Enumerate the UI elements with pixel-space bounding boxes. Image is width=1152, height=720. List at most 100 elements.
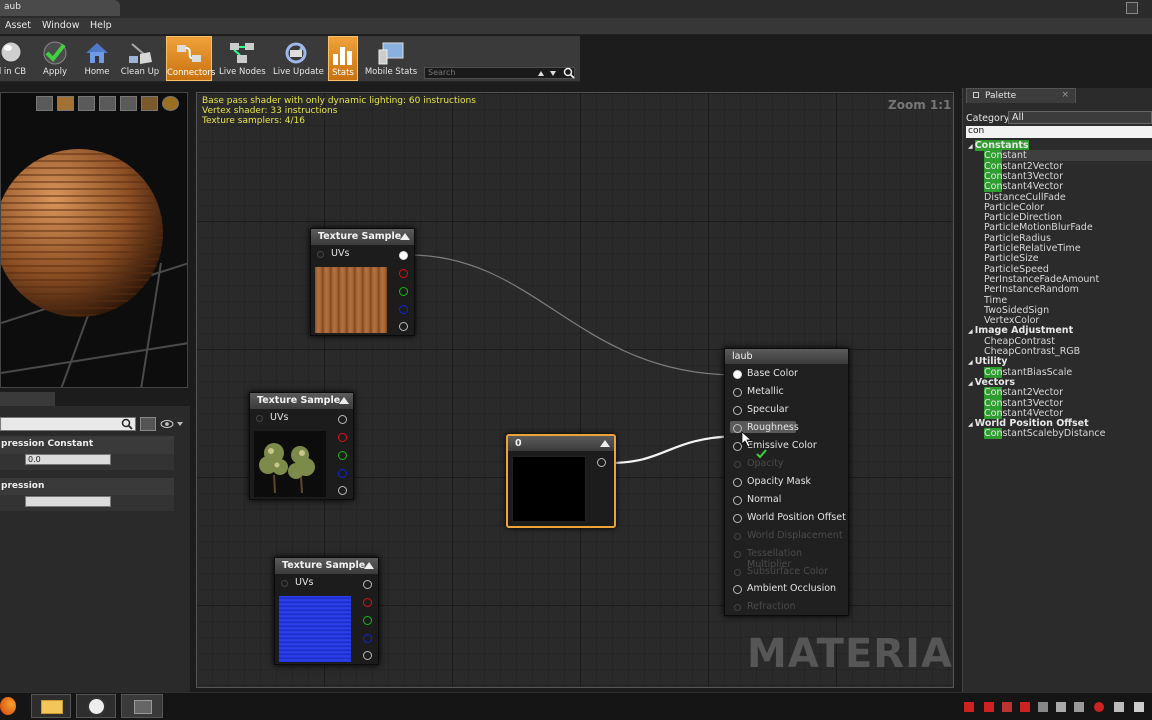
alpha-output-pin[interactable] <box>338 486 347 495</box>
firefox-icon[interactable] <box>0 697 16 715</box>
alpha-output-pin[interactable] <box>399 322 408 331</box>
details-search-icon[interactable] <box>121 418 133 430</box>
menu-asset[interactable]: Asset <box>5 20 31 31</box>
red-output-pin[interactable] <box>338 433 347 442</box>
uvs-input-pin[interactable] <box>317 251 324 258</box>
details-grid-view-icon[interactable] <box>140 417 156 431</box>
rgb-output-pin[interactable] <box>363 580 372 589</box>
search-options-icon[interactable] <box>536 69 560 78</box>
find-in-cb-button[interactable]: d in CB <box>0 36 32 81</box>
collapse-arrow-icon[interactable] <box>364 562 374 569</box>
expand-arrow-icon[interactable]: ◢ <box>968 143 975 150</box>
constant-node[interactable]: 0 <box>506 434 616 528</box>
eye-icon[interactable] <box>160 419 184 429</box>
value-field[interactable]: 0.0 <box>25 454 111 465</box>
stats-button[interactable]: Stats <box>328 36 358 81</box>
metallic-pin[interactable] <box>733 388 742 397</box>
details-section-expression-constant[interactable]: pression Constant <box>0 436 174 454</box>
tray-icon[interactable] <box>1038 702 1048 712</box>
desc-field[interactable] <box>25 496 111 507</box>
viewport-realtime-button[interactable] <box>162 96 179 111</box>
details-section-expression[interactable]: pression <box>0 478 174 496</box>
viewport-cube-button[interactable] <box>99 96 116 111</box>
uvs-input-pin[interactable] <box>281 580 288 587</box>
search-icon[interactable] <box>563 67 575 79</box>
tray-icon[interactable] <box>1020 702 1030 712</box>
expand-arrow-icon[interactable]: ◢ <box>968 328 975 335</box>
expand-arrow-icon[interactable]: ◢ <box>968 380 975 387</box>
collapse-arrow-icon[interactable] <box>339 397 349 404</box>
palette-item[interactable]: ParticleMotionBlurFade <box>984 222 1093 233</box>
palette-filter-input[interactable]: con <box>966 126 1152 138</box>
texture-sample-node[interactable]: Texture Sample UVs <box>310 228 415 336</box>
green-output-pin[interactable] <box>363 616 372 625</box>
editor-tab[interactable]: aub <box>0 0 120 16</box>
unreal-taskbar-button[interactable] <box>76 694 116 718</box>
tray-icon[interactable] <box>1094 702 1104 712</box>
palette-item[interactable]: ConstantScalebyDistance <box>984 428 1105 439</box>
collapse-arrow-icon[interactable] <box>400 233 410 240</box>
rgb-output-pin[interactable] <box>399 251 408 260</box>
tray-icon[interactable] <box>984 702 994 712</box>
base-color-pin[interactable] <box>733 370 742 379</box>
close-icon[interactable]: × <box>1061 90 1069 100</box>
palette-tab[interactable]: Palette × <box>966 88 1076 103</box>
palette-item[interactable]: PerInstanceRandom <box>984 284 1079 295</box>
palette-group-header[interactable]: ◢ Utility <box>968 356 1007 367</box>
blue-output-pin[interactable] <box>399 305 408 314</box>
palette-group-header[interactable]: ◢ Image Adjustment <box>968 325 1073 336</box>
palette-item[interactable]: Constant <box>984 150 1152 161</box>
opacity-mask-pin[interactable] <box>733 478 742 487</box>
material-result-node[interactable]: laub Base Color Metallic Specular Roughn… <box>724 348 849 616</box>
tray-icon[interactable] <box>1002 702 1012 712</box>
tray-icon[interactable] <box>1056 702 1066 712</box>
menu-help[interactable]: Help <box>90 20 112 31</box>
viewport-grid-button[interactable] <box>141 96 158 111</box>
blue-output-pin[interactable] <box>338 469 347 478</box>
viewport-sphere-button[interactable] <box>57 96 74 111</box>
details-search-input[interactable] <box>0 417 136 431</box>
node-header[interactable]: Texture Sample <box>311 229 414 245</box>
red-output-pin[interactable] <box>363 598 372 607</box>
collapse-arrow-icon[interactable] <box>600 440 610 447</box>
connectors-button[interactable]: Connectors <box>166 36 215 81</box>
preview-viewport[interactable] <box>0 92 188 388</box>
details-tab[interactable] <box>0 392 55 406</box>
palette-item[interactable]: ParticleSize <box>984 253 1039 264</box>
texture-sample-node[interactable]: Texture Sample UVs <box>274 557 379 665</box>
apply-button[interactable]: Apply <box>32 36 78 81</box>
tray-icon[interactable] <box>1134 702 1144 712</box>
tray-icon[interactable] <box>1074 702 1084 712</box>
alpha-output-pin[interactable] <box>363 651 372 660</box>
viewport-plane-button[interactable] <box>78 96 95 111</box>
green-output-pin[interactable] <box>338 451 347 460</box>
file-explorer-taskbar-button[interactable] <box>31 694 71 718</box>
viewport-mesh-button[interactable] <box>120 96 137 111</box>
rgb-output-pin[interactable] <box>338 415 347 424</box>
world-position-offset-pin[interactable] <box>733 514 742 523</box>
palette-item[interactable]: Constant2Vector <box>984 387 1063 398</box>
normal-pin[interactable] <box>733 496 742 505</box>
ambient-occlusion-pin[interactable] <box>733 585 742 594</box>
clean-up-button[interactable]: Clean Up <box>117 36 163 81</box>
app-taskbar-button[interactable] <box>121 694 163 718</box>
home-button[interactable]: Home <box>74 36 120 81</box>
node-header[interactable]: 0 <box>508 436 614 451</box>
palette-item[interactable]: Constant4Vector <box>984 181 1063 192</box>
mobile-stats-button[interactable]: Mobile Stats <box>364 36 418 81</box>
category-select[interactable]: All <box>1008 111 1152 124</box>
live-update-button[interactable]: Live Update <box>273 36 324 81</box>
tray-icon[interactable] <box>1114 702 1124 712</box>
node-header[interactable]: Texture Sample <box>275 558 378 574</box>
red-output-pin[interactable] <box>399 269 408 278</box>
blue-output-pin[interactable] <box>363 634 372 643</box>
constant-output-pin[interactable] <box>597 458 606 467</box>
tray-icon[interactable] <box>964 702 974 712</box>
expand-arrow-icon[interactable]: ◢ <box>968 359 975 366</box>
viewport-cylinder-button[interactable] <box>36 96 53 111</box>
window-minimize-button[interactable] <box>1126 2 1138 14</box>
node-header[interactable]: laub <box>725 349 848 364</box>
expand-arrow-icon[interactable]: ◢ <box>968 421 975 428</box>
menu-window[interactable]: Window <box>42 20 79 31</box>
specular-pin[interactable] <box>733 406 742 415</box>
